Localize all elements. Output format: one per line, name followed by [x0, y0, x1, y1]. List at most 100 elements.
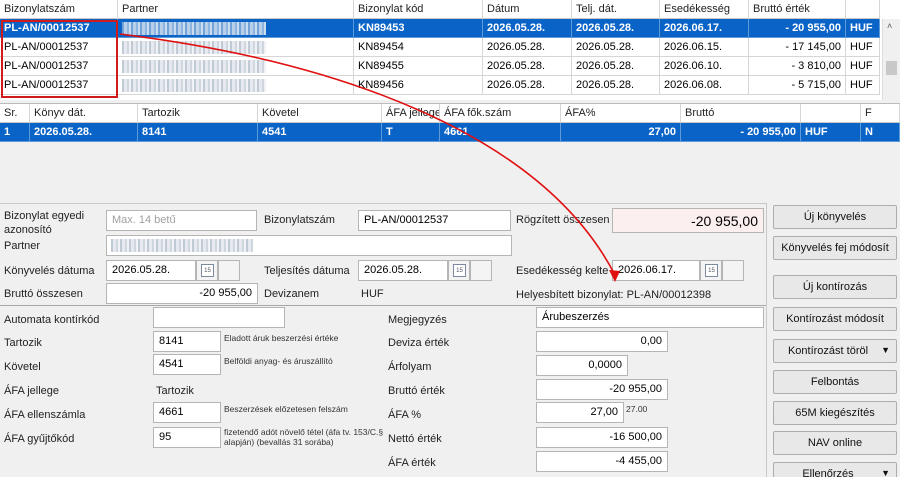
netto-ertek-label: Nettó érték	[388, 433, 442, 445]
col-header-bizonylat-kod[interactable]: Bizonylat kód	[354, 0, 483, 19]
col-header-deviza[interactable]	[801, 104, 861, 123]
afa-ellenszamla-description: Beszerzések előzetesen felszám	[224, 404, 348, 414]
calendar-icon: 15	[453, 264, 466, 277]
cell-brutto: - 20 955,00	[681, 123, 801, 142]
brutto-ertek-input[interactable]: -20 955,00	[536, 379, 668, 400]
afa-pct-label: ÁFA %	[388, 409, 422, 421]
devizanem-label: Devizanem	[264, 288, 320, 300]
detail-form: Automata kontírkód Tartozik 8141 Eladott…	[0, 306, 766, 477]
egyedi-azonosito-label: Bizonylat egyedi azonosító	[4, 210, 85, 236]
teljesites-datuma-calendar[interactable]: 15	[448, 260, 470, 281]
col-header-brutto-ertek[interactable]: Bruttó érték	[749, 0, 846, 19]
cell-partner	[118, 76, 354, 95]
kontirozast-torol-button[interactable]: Kontírozást töröl ▼	[773, 339, 897, 363]
afa-gyujtokod-input[interactable]: 95	[153, 427, 221, 448]
konyveles-datuma-input[interactable]: 2026.05.28.	[106, 260, 196, 281]
uj-konyveles-button[interactable]: Új könyvelés	[773, 205, 897, 229]
partner-field[interactable]	[106, 235, 512, 256]
rogzitett-osszesen-field: -20 955,00	[612, 208, 764, 233]
tartozik-description: Eladott áruk beszerzési értéke	[224, 333, 339, 343]
cell-partner	[118, 19, 354, 38]
nav-online-button[interactable]: NAV online	[773, 431, 897, 455]
teljesites-datuma-label: Teljesítés dátuma	[264, 265, 350, 277]
afa-ellenszamla-input[interactable]: 4661	[153, 402, 221, 423]
col-header-sr[interactable]: Sr.	[0, 104, 30, 123]
deviza-ertek-label: Deviza érték	[388, 337, 450, 349]
scroll-up-arrow-icon[interactable]: ˄	[887, 21, 892, 31]
megjegyzes-input[interactable]: Árubeszerzés	[536, 307, 764, 328]
cell-afa-jellege: T	[382, 123, 440, 142]
col-header-f[interactable]: F	[861, 104, 900, 123]
highlight-box	[1, 20, 118, 98]
partner-redacted	[122, 60, 266, 73]
afa-gyujtokod-description: fizetendő adót növelő tétel (áfa tv. 153…	[224, 427, 384, 447]
afa-pct-side: 27.00	[626, 404, 648, 414]
col-header-esedekesseg[interactable]: Esedékesség	[660, 0, 749, 19]
konyveles-datuma-label: Könyvelés dátuma	[4, 265, 95, 277]
col-header-afa-fokszam[interactable]: ÁFA fők.szám	[440, 104, 561, 123]
egyedi-azonosito-input[interactable]: Max. 14 betű	[106, 210, 257, 231]
cell-telj: 2026.05.28.	[572, 76, 660, 95]
scroll-thumb[interactable]	[886, 61, 897, 75]
table-row[interactable]: PL-AN/00012537 KN89456 2026.05.28. 2026.…	[0, 76, 880, 95]
col-header-afa-pct[interactable]: ÁFA%	[561, 104, 681, 123]
table-row[interactable]: PL-AN/00012537 KN89454 2026.05.28. 2026.…	[0, 38, 880, 57]
col-header-konyv-dat[interactable]: Könyv dát.	[30, 104, 138, 123]
top-grid-scrollbar[interactable]: ˄	[882, 19, 900, 100]
col-header-tartozik[interactable]: Tartozik	[138, 104, 258, 123]
cell-kod: KN89456	[354, 76, 483, 95]
col-header-afa-jellege[interactable]: ÁFA jellege	[382, 104, 440, 123]
esedekesseg-calendar[interactable]: 15	[700, 260, 722, 281]
netto-ertek-input[interactable]: -16 500,00	[536, 427, 668, 448]
ellenorzes-button[interactable]: Ellenőrzés ▼	[773, 462, 897, 477]
automata-kontirkod-input[interactable]	[153, 307, 285, 328]
afa-pct-input[interactable]: 27,00	[536, 402, 624, 423]
devizanem-value: HUF	[361, 288, 384, 300]
cell-brutto: - 17 145,00	[749, 38, 846, 57]
esedekesseg-kelte-input[interactable]: 2026.06.17.	[612, 260, 700, 281]
cell-telj: 2026.05.28.	[572, 38, 660, 57]
afa-ertek-label: ÁFA érték	[388, 457, 436, 469]
documents-grid: Bizonylatszám Partner Bizonylat kód Dátu…	[0, 0, 900, 100]
65m-kiegeszites-button[interactable]: 65M kiegészítés	[773, 401, 897, 425]
calendar-icon: 15	[705, 264, 718, 277]
header-form: Bizonylat egyedi azonosító Max. 14 betű …	[0, 203, 766, 306]
teljesites-datuma-input[interactable]: 2026.05.28.	[358, 260, 448, 281]
button-panel-divider	[766, 203, 767, 477]
table-row[interactable]: PL-AN/00012537 KN89455 2026.05.28. 2026.…	[0, 57, 880, 76]
bizonylatszam-input[interactable]: PL-AN/00012537	[358, 210, 511, 231]
uj-kontirozas-button[interactable]: Új kontírozás	[773, 275, 897, 299]
cell-datum: 2026.05.28.	[483, 76, 572, 95]
col-header-datum[interactable]: Dátum	[483, 0, 572, 19]
felbontas-button[interactable]: Felbontás	[773, 370, 897, 394]
col-header-kovetel[interactable]: Követel	[258, 104, 382, 123]
cell-deviza: HUF	[801, 123, 861, 142]
col-header-telj-dat[interactable]: Telj. dát.	[572, 0, 660, 19]
deviza-ertek-input[interactable]: 0,00	[536, 331, 668, 352]
afa-jellege-value: Tartozik	[156, 385, 194, 397]
cell-telj: 2026.05.28.	[572, 57, 660, 76]
kontirozast-modosit-button[interactable]: Kontírozást módosít	[773, 307, 897, 331]
afa-ertek-input[interactable]: -4 455,00	[536, 451, 668, 472]
partner-redacted	[111, 239, 253, 252]
konyveles-datuma-clear[interactable]	[218, 260, 240, 281]
col-header-partner[interactable]: Partner	[118, 0, 354, 19]
konyveles-datuma-calendar[interactable]: 15	[196, 260, 218, 281]
table-row[interactable]: 1 2026.05.28. 8141 4541 T 4661 27,00 - 2…	[0, 123, 900, 142]
kovetel-input[interactable]: 4541	[153, 354, 221, 375]
cell-f: N	[861, 123, 900, 142]
brutto-ertek-label: Bruttó érték	[388, 385, 445, 397]
cell-esed: 2026.06.08.	[660, 76, 749, 95]
tartozik-input[interactable]: 8141	[153, 331, 221, 352]
col-header-brutto[interactable]: Bruttó	[681, 104, 801, 123]
arfolyam-input[interactable]: 0,0000	[536, 355, 628, 376]
col-header-deviza[interactable]	[846, 0, 880, 19]
konyveles-fej-modosit-button[interactable]: Könyvelés fej módosít	[773, 236, 897, 260]
table-row[interactable]: PL-AN/00012537 KN89453 2026.05.28. 2026.…	[0, 19, 880, 38]
cell-datum: 2026.05.28.	[483, 38, 572, 57]
cell-afa-fokszam: 4661	[440, 123, 561, 142]
esedekesseg-clear[interactable]	[722, 260, 744, 281]
col-header-bizonylatszam[interactable]: Bizonylatszám	[0, 0, 118, 19]
afa-gyujtokod-label: ÁFA gyűjtőkód	[4, 433, 75, 445]
teljesites-datuma-clear[interactable]	[470, 260, 492, 281]
